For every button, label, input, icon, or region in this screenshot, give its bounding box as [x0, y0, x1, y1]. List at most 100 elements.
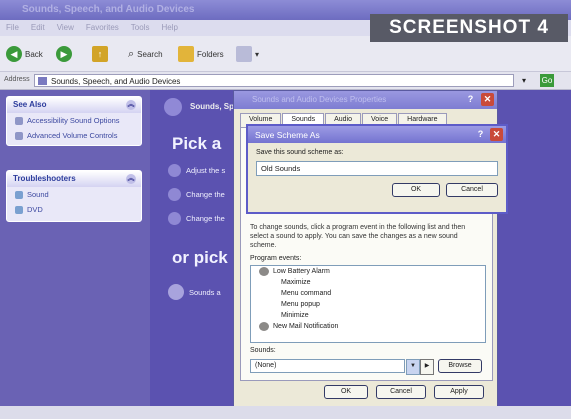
chevron-down-icon: ▾: [255, 49, 260, 59]
main-header: Sounds, Sp: [190, 102, 234, 111]
troubleshooter-label: Sound: [27, 190, 49, 199]
see-also-header[interactable]: See Also ︽: [7, 97, 141, 113]
troubleshooters-title: Troubleshooters: [13, 174, 76, 183]
event-item[interactable]: Minimize: [251, 310, 485, 321]
collapse-icon[interactable]: ︽: [126, 174, 136, 184]
menu-edit[interactable]: Edit: [31, 23, 45, 32]
back-button[interactable]: ◀ Back: [6, 44, 43, 64]
menu-favorites[interactable]: Favorites: [86, 23, 119, 32]
sounds-label: Sounds:: [250, 347, 276, 354]
folders-button[interactable]: Folders: [178, 44, 224, 64]
up-folder-button[interactable]: ↑: [92, 44, 108, 64]
search-icon: ⌕: [128, 47, 135, 60]
task-link-1[interactable]: Adjust the s: [168, 164, 225, 177]
troubleshooter-label: DVD: [27, 205, 43, 214]
see-also-pane: See Also ︽ Accessibility Sound Options A…: [6, 96, 142, 146]
save-scheme-dialog: Save Scheme As ? ✕ Save this sound schem…: [246, 124, 508, 214]
address-bar: Address Sounds, Speech, and Audio Device…: [0, 72, 571, 90]
apply-button[interactable]: Apply: [434, 385, 484, 399]
see-also-item-label: Advanced Volume Controls: [27, 131, 118, 140]
search-label: Search: [137, 49, 163, 59]
screenshot-badge: SCREENSHOT 4: [370, 14, 568, 42]
troubleshooters-pane: Troubleshooters ︽ Sound DVD: [6, 170, 142, 222]
properties-title-bar: Sounds and Audio Devices Properties ? ✕: [234, 91, 497, 109]
close-icon[interactable]: ✕: [490, 128, 503, 141]
troubleshooter-sound[interactable]: Sound: [7, 187, 141, 202]
troubleshooter-dvd[interactable]: DVD: [7, 202, 141, 217]
scheme-name-input[interactable]: [256, 161, 498, 176]
collapse-icon[interactable]: ︽: [126, 100, 136, 110]
speaker-icon: [259, 322, 269, 331]
menu-file[interactable]: File: [6, 23, 19, 32]
program-events-list[interactable]: Low Battery Alarm Maximize Menu command …: [250, 265, 486, 343]
control-panel-icon-link[interactable]: Sounds a: [168, 284, 221, 300]
forward-button[interactable]: ▶: [56, 44, 72, 64]
close-icon[interactable]: ✕: [481, 93, 494, 106]
volume-control-icon: [15, 131, 23, 140]
sounds-select[interactable]: (None): [250, 359, 405, 373]
event-item[interactable]: Menu command: [251, 288, 485, 299]
address-label: Address: [4, 76, 30, 83]
sounds-audio-icon: [168, 284, 184, 300]
see-also-item-volume[interactable]: Advanced Volume Controls: [7, 128, 141, 143]
troubleshooters-header[interactable]: Troubleshooters ︽: [7, 171, 141, 187]
help-button[interactable]: ?: [464, 93, 477, 106]
task-arrow-icon: [168, 188, 181, 201]
go-label: Go: [541, 76, 553, 85]
task-link-3[interactable]: Change the: [168, 212, 225, 225]
pick-task-heading: Pick a: [172, 134, 222, 153]
play-icon[interactable]: ▶: [420, 359, 434, 375]
event-item[interactable]: Menu popup: [251, 299, 485, 310]
chevron-down-icon[interactable]: ▼: [406, 359, 420, 375]
task-label: Change the: [186, 190, 225, 199]
window-title: Sounds, Speech, and Audio Devices: [22, 4, 195, 15]
forward-arrow-icon: ▶: [56, 46, 72, 62]
address-field[interactable]: Sounds, Speech, and Audio Devices: [34, 74, 514, 87]
status-bar: [0, 406, 571, 419]
save-scheme-title: Save Scheme As: [255, 130, 320, 140]
save-ok-button[interactable]: OK: [392, 183, 440, 197]
go-button[interactable]: Go: [540, 74, 554, 87]
task-label: Adjust the s: [186, 166, 226, 175]
browse-button[interactable]: Browse: [438, 359, 482, 373]
event-label: New Mail Notification: [273, 323, 339, 330]
task-arrow-icon: [168, 212, 181, 225]
help-icon: [15, 190, 23, 199]
event-label: Low Battery Alarm: [273, 268, 330, 275]
properties-title: Sounds and Audio Devices Properties: [252, 95, 387, 104]
see-also-item-label: Accessibility Sound Options: [27, 116, 120, 125]
event-item[interactable]: Maximize: [251, 277, 485, 288]
event-item[interactable]: Low Battery Alarm: [251, 266, 485, 277]
views-button[interactable]: ▾: [236, 44, 259, 64]
address-dropdown-icon[interactable]: ▾: [522, 76, 526, 85]
or-pick-heading: or pick: [172, 248, 228, 267]
accessibility-icon: [15, 116, 23, 125]
event-label: Menu command: [281, 290, 332, 297]
see-also-item-accessibility[interactable]: Accessibility Sound Options: [7, 113, 141, 128]
cp-icon-label: Sounds a: [189, 287, 221, 297]
cancel-button[interactable]: Cancel: [376, 385, 426, 399]
save-scheme-prompt: Save this sound scheme as:: [256, 149, 344, 156]
save-scheme-title-bar: Save Scheme As ? ✕: [248, 126, 506, 143]
see-also-title: See Also: [13, 100, 47, 109]
ok-button[interactable]: OK: [324, 385, 368, 399]
help-icon: [15, 205, 23, 214]
event-label: Menu popup: [281, 301, 320, 308]
task-link-2[interactable]: Change the: [168, 188, 225, 201]
save-cancel-button[interactable]: Cancel: [446, 183, 498, 197]
help-button[interactable]: ?: [474, 128, 487, 141]
up-folder-icon: ↑: [92, 46, 108, 62]
folder-icon: [178, 46, 194, 62]
folders-label: Folders: [197, 49, 224, 59]
event-label: Maximize: [281, 279, 311, 286]
menu-tools[interactable]: Tools: [131, 23, 150, 32]
views-icon: [236, 46, 252, 62]
menu-view[interactable]: View: [57, 23, 74, 32]
address-value: Sounds, Speech, and Audio Devices: [51, 77, 181, 86]
task-arrow-icon: [168, 164, 181, 177]
search-button[interactable]: ⌕ Search: [128, 44, 163, 64]
event-item[interactable]: New Mail Notification: [251, 321, 485, 332]
events-label: Program events:: [250, 255, 302, 262]
menu-help[interactable]: Help: [161, 23, 177, 32]
speaker-icon: [259, 267, 269, 276]
